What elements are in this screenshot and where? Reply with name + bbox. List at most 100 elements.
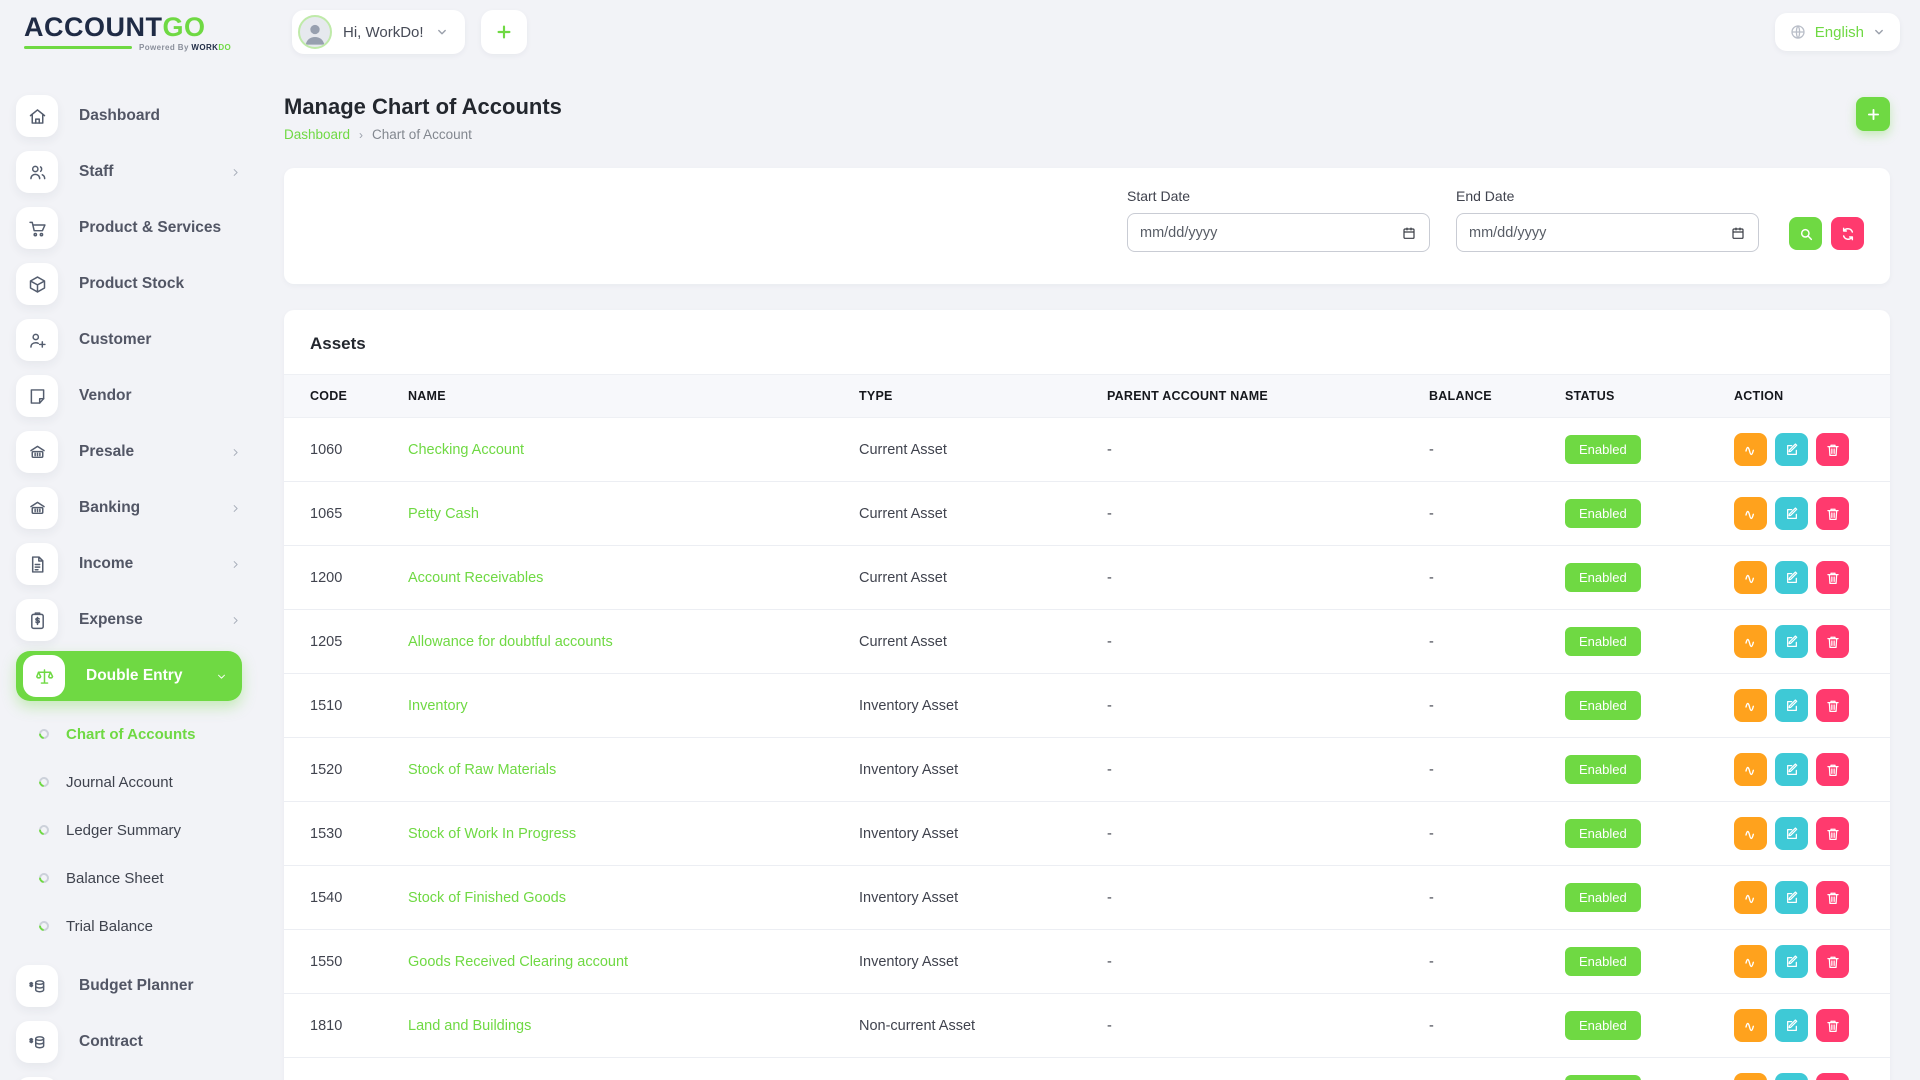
delete-button[interactable]: [1816, 817, 1849, 850]
account-name-link[interactable]: Stock of Work In Progress: [408, 826, 576, 842]
table-row: 1820Office Furniture and EquipementNon-c…: [284, 1058, 1890, 1080]
edit-button[interactable]: [1775, 817, 1808, 850]
account-name-link[interactable]: Petty Cash: [408, 506, 479, 522]
cell-balance: -: [1413, 610, 1549, 674]
delete-button[interactable]: [1816, 1073, 1849, 1080]
sidebar-item-customer[interactable]: Customer: [16, 312, 242, 368]
language-selector[interactable]: English: [1775, 13, 1900, 51]
table-row: 1810Land and BuildingsNon-current Asset-…: [284, 994, 1890, 1058]
delete-button[interactable]: [1816, 561, 1849, 594]
delete-button[interactable]: [1816, 625, 1849, 658]
delete-button[interactable]: [1816, 881, 1849, 914]
sidebar-item-banking[interactable]: Banking: [16, 480, 242, 536]
sidebar-item-presale[interactable]: Presale: [16, 424, 242, 480]
sidebar-item-vendor[interactable]: Vendor: [16, 368, 242, 424]
edit-button[interactable]: [1775, 1009, 1808, 1042]
edit-button[interactable]: [1775, 433, 1808, 466]
sidebar-item-contract[interactable]: Contract: [16, 1014, 242, 1070]
edit-button[interactable]: [1775, 1073, 1808, 1080]
delete-button[interactable]: [1816, 689, 1849, 722]
account-name-link[interactable]: Account Receivables: [408, 570, 543, 586]
clipboard-dollar-icon: [16, 599, 58, 641]
end-date-field[interactable]: [1456, 213, 1759, 252]
start-date-input[interactable]: [1140, 225, 1401, 241]
transactions-button[interactable]: [1734, 945, 1767, 978]
edit-button[interactable]: [1775, 561, 1808, 594]
cell-balance: -: [1413, 866, 1549, 930]
transactions-button[interactable]: [1734, 881, 1767, 914]
cell-code: 1520: [284, 738, 392, 802]
user-plus-icon: [16, 319, 58, 361]
cell-balance: -: [1413, 994, 1549, 1058]
page-title: Manage Chart of Accounts: [284, 94, 562, 120]
delete-button[interactable]: [1816, 497, 1849, 530]
account-name-link[interactable]: Stock of Raw Materials: [408, 762, 556, 778]
edit-button[interactable]: [1775, 945, 1808, 978]
sidebar-subitem-journal-account[interactable]: Journal Account: [16, 758, 262, 806]
transactions-button[interactable]: [1734, 753, 1767, 786]
sidebar-item-budget-planner[interactable]: Budget Planner: [16, 958, 242, 1014]
transactions-button[interactable]: [1734, 433, 1767, 466]
user-avatar: [298, 15, 332, 49]
sidebar-subitem-chart-of-accounts[interactable]: Chart of Accounts: [16, 710, 262, 758]
chevron-right-icon: [229, 614, 242, 627]
apply-filter-button[interactable]: [1789, 217, 1822, 250]
account-name-link[interactable]: Land and Buildings: [408, 1018, 531, 1034]
edit-button[interactable]: [1775, 625, 1808, 658]
column-header-type: TYPE: [843, 375, 1091, 418]
cell-parent: -: [1091, 994, 1413, 1058]
sidebar-item-double-entry[interactable]: Double Entry: [16, 651, 242, 701]
transactions-button[interactable]: [1734, 1073, 1767, 1080]
table-row: 1540Stock of Finished GoodsInventory Ass…: [284, 866, 1890, 930]
calendar-icon[interactable]: [1401, 225, 1417, 241]
quick-add-button[interactable]: [481, 10, 527, 54]
sidebar-submenu: Chart of AccountsJournal AccountLedger S…: [16, 704, 262, 958]
calendar-icon[interactable]: [1730, 225, 1746, 241]
delete-button[interactable]: [1816, 1009, 1849, 1042]
delete-button[interactable]: [1816, 945, 1849, 978]
cell-code: 1540: [284, 866, 392, 930]
transactions-button[interactable]: [1734, 689, 1767, 722]
edit-button[interactable]: [1775, 881, 1808, 914]
sidebar-item-staff[interactable]: Staff: [16, 144, 242, 200]
transactions-button[interactable]: [1734, 1009, 1767, 1042]
sidebar-item-product-services[interactable]: Product & Services: [16, 200, 242, 256]
brand-logo[interactable]: ACCOUNTGO Powered By WORKDO: [24, 13, 264, 52]
account-name-link[interactable]: Inventory: [408, 698, 468, 714]
edit-button[interactable]: [1775, 689, 1808, 722]
end-date-input[interactable]: [1469, 225, 1730, 241]
account-name-link[interactable]: Allowance for doubtful accounts: [408, 634, 613, 650]
user-menu[interactable]: Hi, WorkDo!: [292, 10, 465, 54]
status-badge: Enabled: [1565, 627, 1641, 656]
sidebar-subitem-ledger-summary[interactable]: Ledger Summary: [16, 806, 262, 854]
delete-button[interactable]: [1816, 433, 1849, 466]
sidebar-subitem-balance-sheet[interactable]: Balance Sheet: [16, 854, 262, 902]
transactions-button[interactable]: [1734, 561, 1767, 594]
sidebar-subitem-trial-balance[interactable]: Trial Balance: [16, 902, 262, 950]
sidebar-item-expense[interactable]: Expense: [16, 592, 242, 648]
sidebar-item-income[interactable]: Income: [16, 536, 242, 592]
status-badge: Enabled: [1565, 435, 1641, 464]
cell-type: Current Asset: [843, 418, 1091, 482]
powered-by-label: Powered By WORKDO: [139, 43, 231, 52]
sidebar-item-item[interactable]: [16, 1070, 242, 1080]
delete-button[interactable]: [1816, 753, 1849, 786]
edit-button[interactable]: [1775, 497, 1808, 530]
edit-button[interactable]: [1775, 753, 1808, 786]
chevron-right-icon: [229, 166, 242, 179]
scales-icon: [23, 655, 65, 697]
transactions-button[interactable]: [1734, 497, 1767, 530]
start-date-field[interactable]: [1127, 213, 1430, 252]
breadcrumb-dashboard-link[interactable]: Dashboard: [284, 127, 350, 142]
coins-icon: [16, 1021, 58, 1063]
account-name-link[interactable]: Stock of Finished Goods: [408, 890, 566, 906]
account-name-link[interactable]: Checking Account: [408, 442, 524, 458]
sidebar-item-product-stock[interactable]: Product Stock: [16, 256, 242, 312]
transactions-button[interactable]: [1734, 817, 1767, 850]
create-account-button[interactable]: [1856, 97, 1890, 131]
sidebar-item-dashboard[interactable]: Dashboard: [16, 88, 242, 144]
account-name-link[interactable]: Goods Received Clearing account: [408, 954, 628, 970]
cell-code: 1550: [284, 930, 392, 994]
transactions-button[interactable]: [1734, 625, 1767, 658]
reset-filter-button[interactable]: [1831, 217, 1864, 250]
